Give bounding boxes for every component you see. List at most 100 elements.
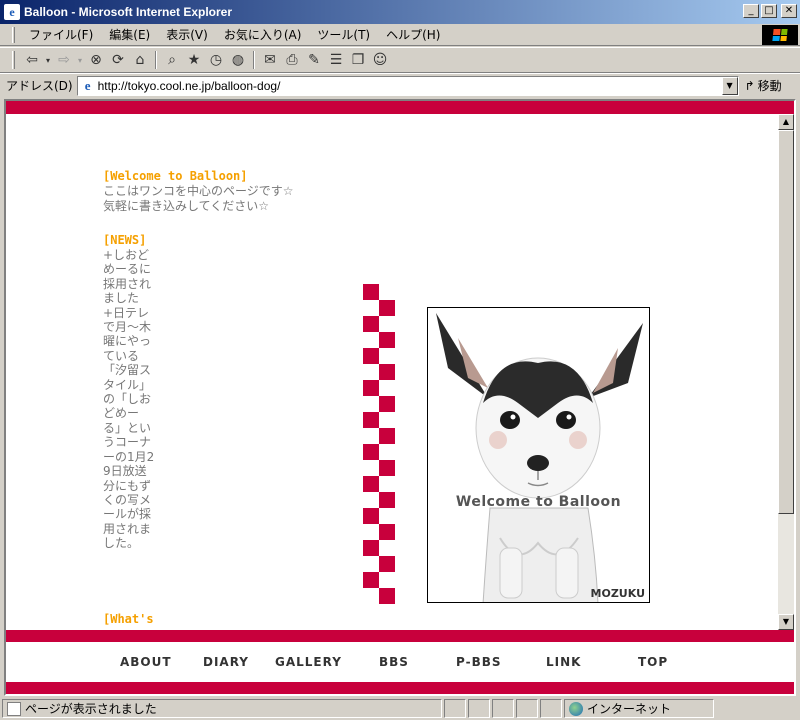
- history-icon[interactable]: ◷: [205, 50, 227, 70]
- search-icon[interactable]: ⌕: [161, 50, 183, 70]
- news-heading: [NEWS]: [103, 233, 147, 247]
- back-dropdown-icon[interactable]: ▾: [43, 50, 53, 70]
- menu-edit[interactable]: 編集(E): [101, 26, 158, 43]
- nav-top[interactable]: TOP: [638, 655, 668, 669]
- menu-file[interactable]: ファイル(F): [21, 26, 101, 43]
- vertical-scrollbar[interactable]: ▲ ▼: [778, 114, 794, 630]
- go-button[interactable]: ↱ 移動: [745, 77, 782, 94]
- internet-zone-icon: [569, 701, 583, 716]
- window-title: Balloon - Microsoft Internet Explorer: [24, 5, 233, 19]
- menu-help[interactable]: ヘルプ(H): [378, 26, 448, 43]
- refresh-icon[interactable]: ⟳: [107, 50, 129, 70]
- stop-icon[interactable]: ⊗: [85, 50, 107, 70]
- checker-square: [379, 396, 395, 412]
- checker-square: [379, 428, 395, 444]
- site-nav: ABOUT DIARY GALLERY BBS P-BBS LINK TOP: [6, 642, 794, 682]
- checker-square: [379, 332, 395, 348]
- windows-logo-icon: [762, 25, 798, 45]
- menu-bar: ファイル(F) 編集(E) 表示(V) お気に入り(A) ツール(T) ヘルプ(…: [0, 24, 800, 46]
- nav-about[interactable]: ABOUT: [120, 655, 172, 669]
- status-bar: ページが表示されました インターネット: [0, 697, 800, 720]
- home-icon[interactable]: ⌂: [129, 50, 151, 70]
- checker-square: [363, 412, 379, 428]
- dog-illustration: [436, 313, 643, 602]
- intro-line-2: 気軽に書き込みしてください☆: [103, 199, 270, 213]
- checker-square: [379, 588, 395, 604]
- go-label: 移動: [757, 79, 782, 93]
- page-viewport: [Welcome to Balloon] ここはワンコを中心のページです☆ 気軽…: [4, 99, 796, 696]
- forward-dropdown-icon[interactable]: ▾: [75, 50, 85, 70]
- toolbar-separator: [155, 51, 157, 69]
- status-message-panel: ページが表示されました: [2, 699, 442, 718]
- address-url[interactable]: http://tokyo.cool.ne.jp/balloon-dog/: [98, 79, 281, 93]
- nav-diary[interactable]: DIARY: [203, 655, 249, 669]
- page-icon: e: [84, 77, 91, 93]
- checker-square: [379, 300, 395, 316]
- status-panel-empty: [516, 699, 538, 718]
- nav-p-bbs[interactable]: P-BBS: [456, 655, 502, 669]
- address-bar: アドレス(D) e http://tokyo.cool.ne.jp/balloo…: [0, 73, 800, 97]
- go-arrow-icon: ↱: [744, 78, 755, 93]
- favorites-icon[interactable]: ★: [183, 50, 205, 70]
- edit-icon[interactable]: ✎: [303, 50, 325, 70]
- checker-square: [379, 556, 395, 572]
- forward-icon[interactable]: ⇨: [53, 50, 75, 70]
- checker-square: [363, 540, 379, 556]
- menu-view[interactable]: 表示(V): [158, 26, 216, 43]
- window-controls: _ □ ✕: [743, 4, 797, 18]
- checker-square: [363, 444, 379, 460]
- checker-square: [363, 476, 379, 492]
- checker-square: [363, 284, 379, 300]
- nav-bottom-stripe: [6, 682, 794, 694]
- menu-favorites[interactable]: お気に入り(A): [216, 26, 310, 43]
- address-label: アドレス(D): [6, 79, 73, 93]
- zone-text: インターネット: [587, 702, 672, 716]
- scroll-thumb[interactable]: [778, 130, 794, 514]
- status-panel-empty: [540, 699, 562, 718]
- intro-text: ここはワンコを中心のページです☆ 気軽に書き込みしてください☆: [103, 184, 294, 214]
- checker-square: [379, 364, 395, 380]
- photo-signature: MOZUKU: [590, 587, 645, 600]
- menu-grip: [12, 26, 15, 43]
- page-status-icon: [7, 701, 21, 716]
- minimize-button[interactable]: _: [743, 4, 759, 18]
- nav-gallery[interactable]: GALLERY: [275, 655, 342, 669]
- intro-line-1: ここはワンコを中心のページです☆: [103, 184, 294, 198]
- title-bar: e Balloon - Microsoft Internet Explorer …: [0, 0, 800, 24]
- top-banner-stripe: [6, 101, 794, 114]
- address-input[interactable]: e http://tokyo.cool.ne.jp/balloon-dog/ ▼: [76, 75, 739, 96]
- nav-bbs[interactable]: BBS: [379, 655, 409, 669]
- research-icon[interactable]: ❐: [347, 50, 369, 70]
- mail-icon[interactable]: ✉: [259, 50, 281, 70]
- checker-square: [363, 348, 379, 364]
- close-button[interactable]: ✕: [781, 4, 797, 18]
- back-icon[interactable]: ⇦: [21, 50, 43, 70]
- discuss-icon[interactable]: ☰: [325, 50, 347, 70]
- nav-link[interactable]: LINK: [546, 655, 581, 669]
- toolbar-separator: [253, 51, 255, 69]
- messenger-icon[interactable]: ☺: [369, 50, 391, 70]
- print-icon[interactable]: ⎙: [281, 50, 303, 70]
- page-content: [Welcome to Balloon] ここはワンコを中心のページです☆ 気軽…: [6, 114, 778, 630]
- menu-tools[interactable]: ツール(T): [309, 26, 378, 43]
- checker-square: [379, 492, 395, 508]
- checker-pattern-decoration: [363, 284, 395, 604]
- news-body: +しおどめーるに採用されました+日テレで月〜木曜にやっている「汐留スタイル」の「…: [103, 248, 155, 551]
- zone-panel: インターネット: [564, 699, 714, 718]
- ie-logo-icon: e: [4, 4, 20, 20]
- scroll-down-icon[interactable]: ▼: [778, 614, 794, 630]
- whats-new-heading: [What's: [103, 612, 154, 626]
- status-panel-empty: [492, 699, 514, 718]
- scroll-up-icon[interactable]: ▲: [778, 114, 794, 130]
- welcome-dog-photo: Welcome to Balloon MOZUKU: [427, 307, 650, 603]
- checker-square: [363, 572, 379, 588]
- welcome-heading: [Welcome to Balloon]: [103, 169, 248, 183]
- media-icon[interactable]: ◍: [227, 50, 249, 70]
- checker-square: [363, 508, 379, 524]
- address-dropdown-icon[interactable]: ▼: [721, 76, 738, 95]
- checker-square: [379, 460, 395, 476]
- nav-top-stripe: [6, 630, 794, 642]
- maximize-button[interactable]: □: [761, 4, 777, 18]
- checker-square: [363, 380, 379, 396]
- toolbar-grip: [12, 51, 15, 69]
